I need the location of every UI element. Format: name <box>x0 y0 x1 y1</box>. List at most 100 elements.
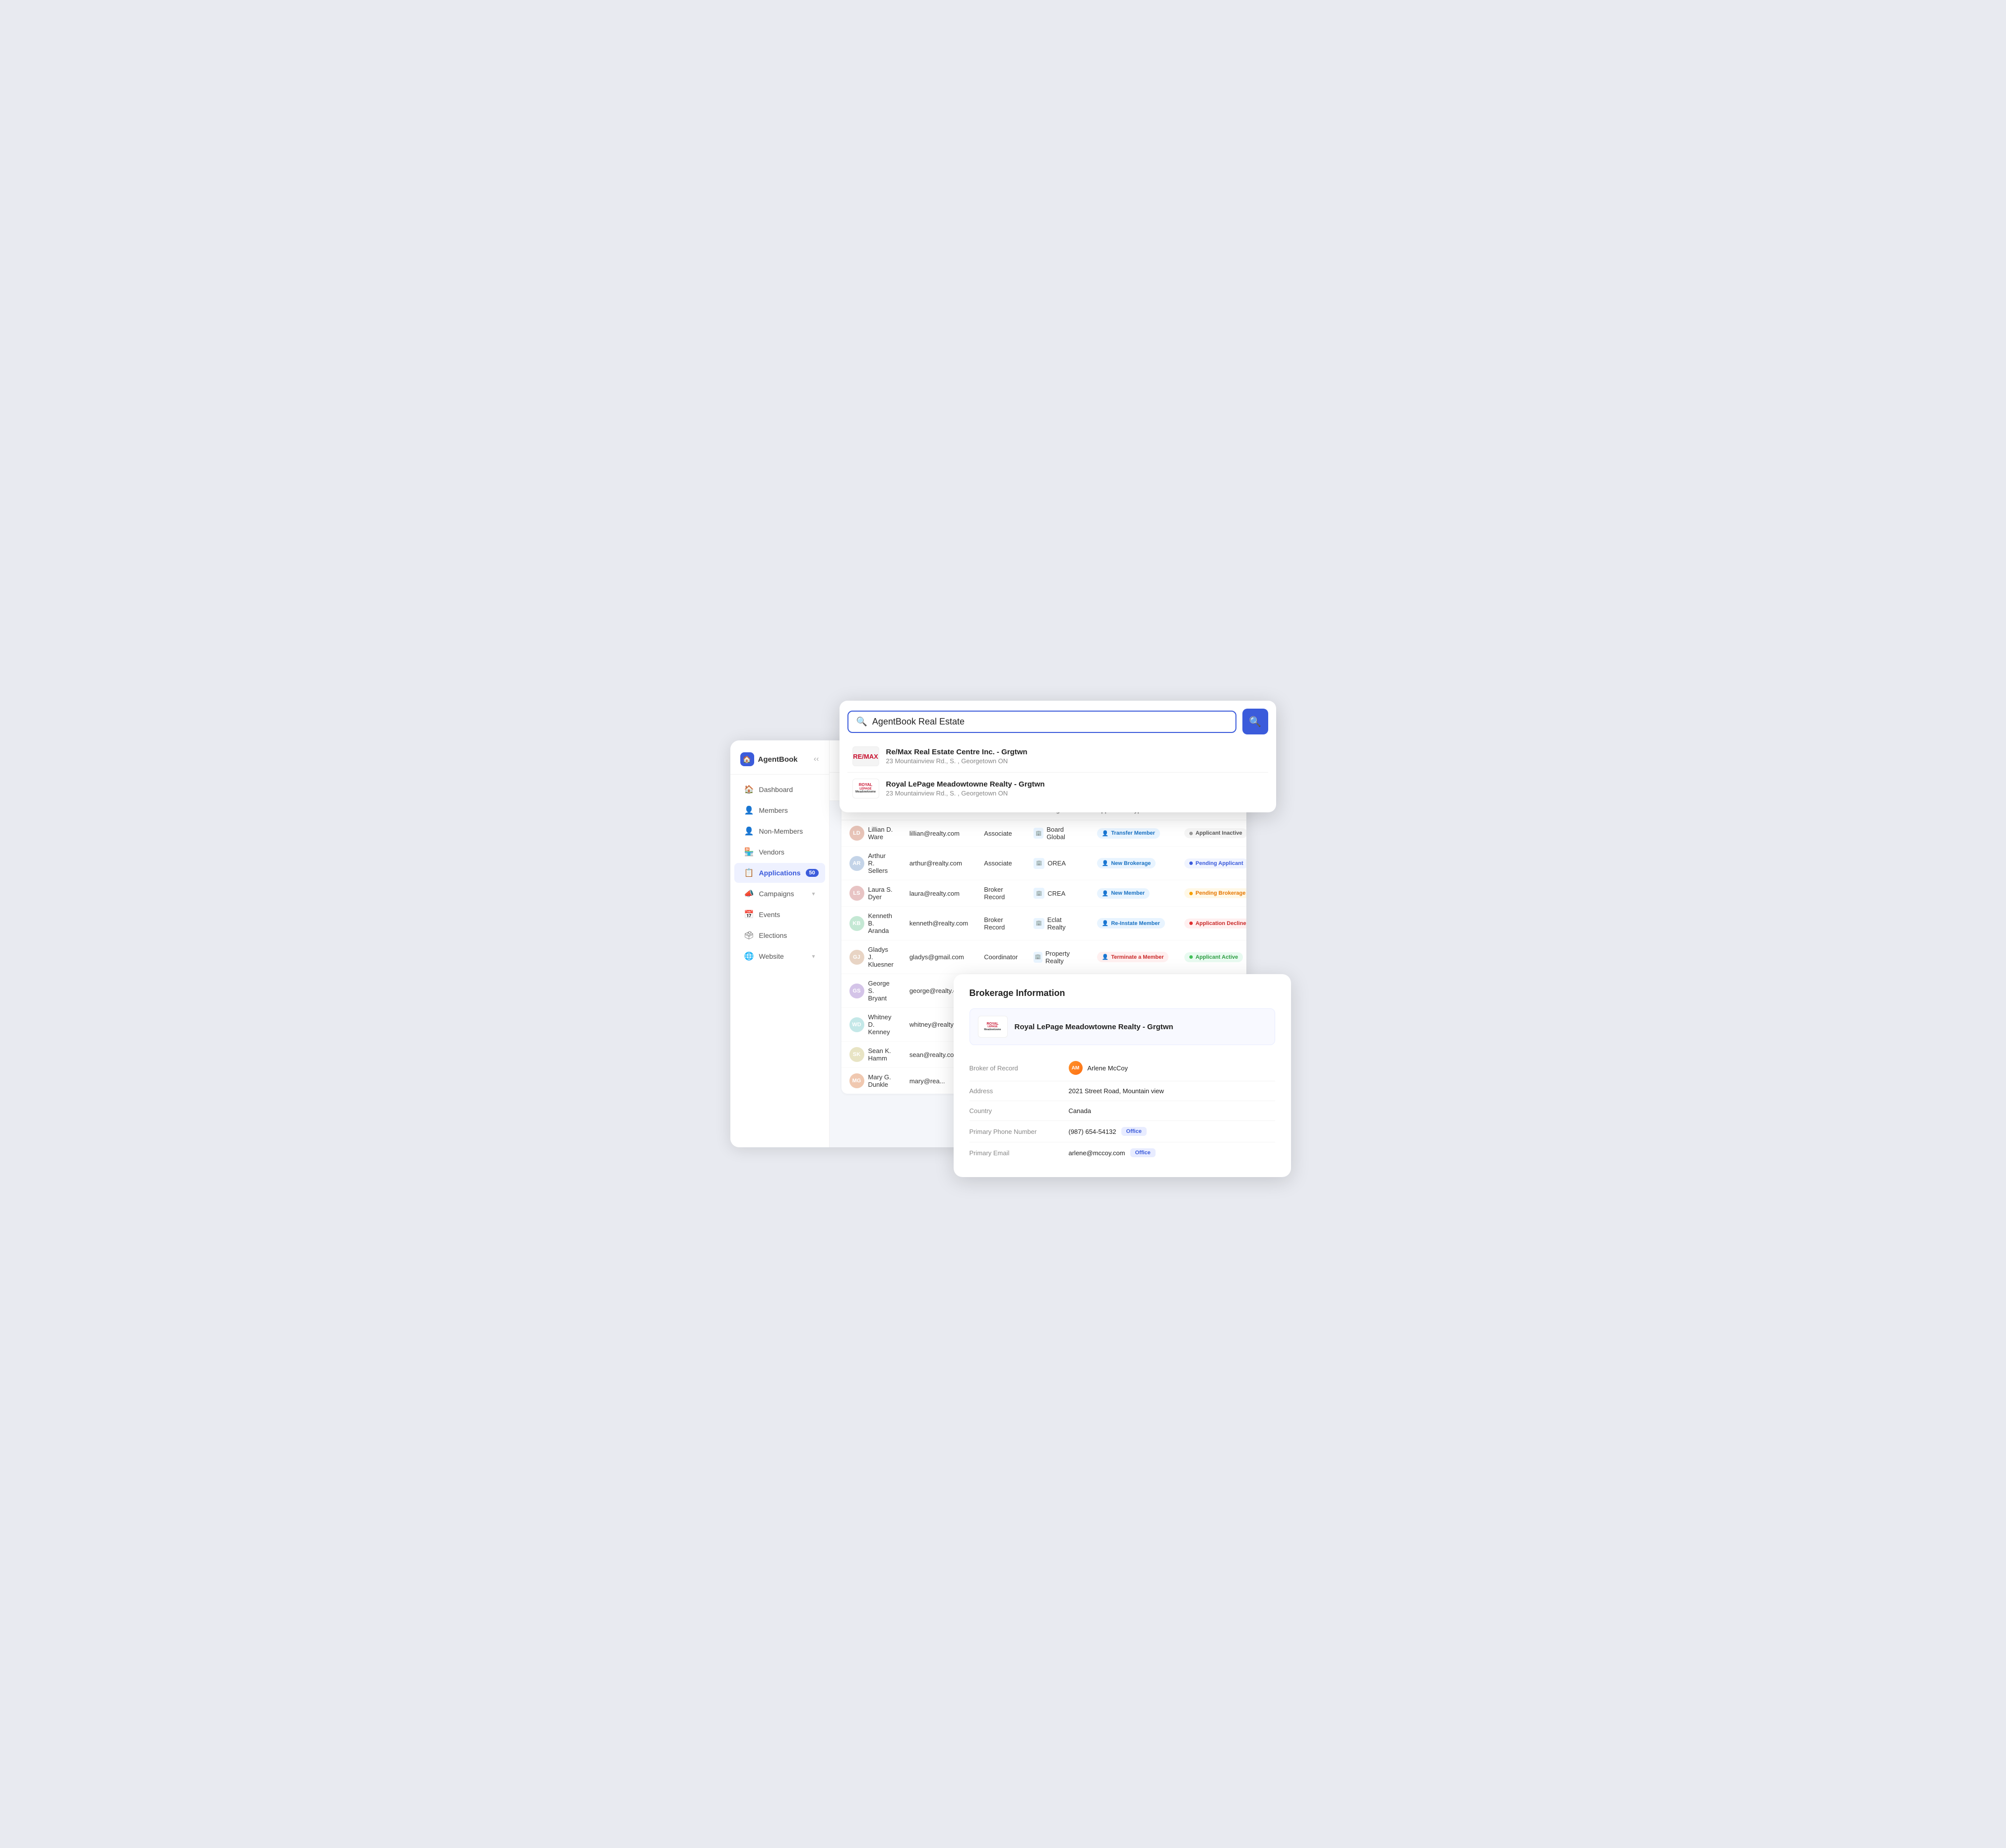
table-row[interactable]: GJ Gladys J. Kluesner gladys@gmail.com C… <box>841 940 1246 974</box>
members-icon: 👤 <box>744 805 754 815</box>
website-icon: 🌐 <box>744 951 754 961</box>
person-name: Laura S. Dyer <box>868 886 894 901</box>
cell-app-type: 👤 New Brokerage <box>1089 847 1177 880</box>
person-name: Kenneth B. Aranda <box>868 912 894 934</box>
table-row[interactable]: LD Lillian D. Ware lillian@realty.com As… <box>841 820 1246 847</box>
app-type-icon: 👤 <box>1102 954 1109 960</box>
row-avatar: WD <box>849 1017 864 1032</box>
broker-avatar: AM <box>1069 1061 1083 1075</box>
person-name: Mary G. Dunkle <box>868 1073 894 1088</box>
cell-status: Pending Applicant <box>1176 847 1246 880</box>
phone-value: (987) 654-54132 Office <box>1069 1127 1147 1136</box>
broker-icon: 🏢 <box>1034 858 1044 869</box>
table-row[interactable]: KB Kenneth B. Aranda kenneth@realty.com … <box>841 907 1246 940</box>
result-addr-2: 23 Mountainview Rd., S. , Georgetown ON <box>886 790 1045 797</box>
brokerage-name: Eclat Realty <box>1047 916 1081 931</box>
info-row-email: Primary Email arlene@mccoy.com Office <box>970 1142 1275 1163</box>
phone-office-badge[interactable]: Office <box>1121 1127 1147 1136</box>
sidebar-item-members[interactable]: 👤 Members <box>734 800 825 820</box>
sidebar-label-events: Events <box>759 911 780 919</box>
email-office-badge[interactable]: Office <box>1130 1148 1156 1157</box>
email-label: Primary Email <box>970 1149 1069 1157</box>
broker-icon: 🏢 <box>1034 952 1042 963</box>
search-input[interactable] <box>872 717 1228 727</box>
table-row[interactable]: AR Arthur R. Sellers arthur@realty.com A… <box>841 847 1246 880</box>
sidebar-item-website[interactable]: 🌐 Website ▾ <box>734 946 825 966</box>
events-icon: 📅 <box>744 910 754 920</box>
search-input-wrap[interactable]: 🔍 <box>847 711 1236 733</box>
sidebar: 🏠 AgentBook ‹‹ 🏠 Dashboard 👤 Members 👤 N… <box>730 740 830 1147</box>
result-info-1: Re/Max Real Estate Centre Inc. - Grgtwn … <box>886 748 1028 765</box>
cell-name: GS George S. Bryant <box>841 974 902 1008</box>
result-name-1: Re/Max Real Estate Centre Inc. - Grgtwn <box>886 748 1028 756</box>
cell-name: GJ Gladys J. Kluesner <box>841 940 902 974</box>
search-result-1[interactable]: RE/MAX Re/Max Real Estate Centre Inc. - … <box>847 740 1268 773</box>
cell-email: gladys@gmail.com <box>902 940 976 974</box>
non-members-icon: 👤 <box>744 826 754 836</box>
row-avatar: SK <box>849 1047 864 1062</box>
app-type-icon: 👤 <box>1102 920 1109 926</box>
campaigns-arrow: ▾ <box>812 890 815 897</box>
sidebar-item-events[interactable]: 📅 Events <box>734 905 825 924</box>
sidebar-label-website: Website <box>759 952 784 960</box>
phone-label: Primary Phone Number <box>970 1128 1069 1135</box>
sidebar-item-dashboard[interactable]: 🏠 Dashboard <box>734 780 825 799</box>
cell-title: Coordinator <box>976 940 1026 974</box>
broker-icon: 🏢 <box>1034 888 1044 899</box>
info-row-address: Address 2021 Street Road, Mountain view <box>970 1081 1275 1101</box>
cell-title: Broker Record <box>976 907 1026 940</box>
cell-brokerage: 🏢 CREA <box>1026 880 1089 907</box>
app-type-badge: 👤 Re-Instate Member <box>1097 918 1165 928</box>
cell-email: kenneth@realty.com <box>902 907 976 940</box>
status-badge: Applicant Active <box>1184 952 1243 962</box>
row-avatar: AR <box>849 856 864 871</box>
sidebar-label-dashboard: Dashboard <box>759 786 793 793</box>
search-button[interactable]: 🔍 <box>1242 709 1268 734</box>
brokerage-name: CREA <box>1047 890 1065 897</box>
sidebar-item-applications[interactable]: 📋 Applications 50 <box>734 863 825 883</box>
cell-email: lillian@realty.com <box>902 820 976 847</box>
search-btn-icon: 🔍 <box>1249 716 1261 728</box>
info-row-broker: Broker of Record AM Arlene McCoy <box>970 1055 1275 1081</box>
cell-brokerage: 🏢 Board Global <box>1026 820 1089 847</box>
cell-status: Applicant Inactive <box>1176 820 1246 847</box>
sidebar-label-elections: Elections <box>759 931 787 939</box>
cell-name: AR Arthur R. Sellers <box>841 847 902 880</box>
cell-title: Associate <box>976 820 1026 847</box>
sidebar-item-elections[interactable]: 🗳 Elections <box>734 925 825 945</box>
brokerage-info-card: Brokerage Information ROYAL LEPAGE Meado… <box>954 974 1291 1177</box>
brokerage-cell: 🏢 Property Realty <box>1034 950 1081 965</box>
person-name: Sean K. Hamm <box>868 1047 894 1062</box>
address-label: Address <box>970 1087 1069 1095</box>
app-name: AgentBook <box>758 755 798 764</box>
cell-app-type: 👤 New Member <box>1089 880 1177 907</box>
remax-logo: RE/MAX <box>852 746 879 766</box>
cell-app-type: 👤 Transfer Member <box>1089 820 1177 847</box>
broker-label: Broker of Record <box>970 1064 1069 1072</box>
sidebar-collapse-btn[interactable]: ‹‹ <box>814 755 819 764</box>
app-type-icon: 👤 <box>1102 860 1109 866</box>
search-row: 🔍 🔍 <box>847 709 1268 734</box>
cell-status: Application Decline <box>1176 907 1246 940</box>
website-arrow: ▾ <box>812 953 815 960</box>
app-type-badge: 👤 Transfer Member <box>1097 828 1160 839</box>
brokerage-name: Property Realty <box>1045 950 1081 965</box>
applications-icon: 📋 <box>744 868 754 878</box>
search-result-2[interactable]: ROYAL LEPAGE Meadowtowne Royal LePage Me… <box>847 773 1268 804</box>
person-name: Lillian D. Ware <box>868 826 894 841</box>
app-type-badge: 👤 New Member <box>1097 888 1150 899</box>
cell-name: SK Sean K. Hamm <box>841 1042 902 1068</box>
sidebar-item-vendors[interactable]: 🏪 Vendors <box>734 842 825 862</box>
status-badge: Pending Brokerage <box>1184 888 1246 898</box>
applications-badge: 50 <box>806 869 819 877</box>
app-type-icon: 👤 <box>1102 890 1109 897</box>
cell-brokerage: 🏢 Property Realty <box>1026 940 1089 974</box>
search-layer: 🔍 🔍 RE/MAX Re/Max Real Estate Centre Inc… <box>840 701 1276 812</box>
broker-icon: 🏢 <box>1034 828 1043 839</box>
info-row-phone: Primary Phone Number (987) 654-54132 Off… <box>970 1121 1275 1142</box>
country-label: Country <box>970 1107 1069 1115</box>
table-row[interactable]: LS Laura S. Dyer laura@realty.com Broker… <box>841 880 1246 907</box>
sidebar-item-non-members[interactable]: 👤 Non-Members <box>734 821 825 841</box>
cell-app-type: 👤 Terminate a Member <box>1089 940 1177 974</box>
sidebar-item-campaigns[interactable]: 📣 Campaigns ▾ <box>734 884 825 904</box>
